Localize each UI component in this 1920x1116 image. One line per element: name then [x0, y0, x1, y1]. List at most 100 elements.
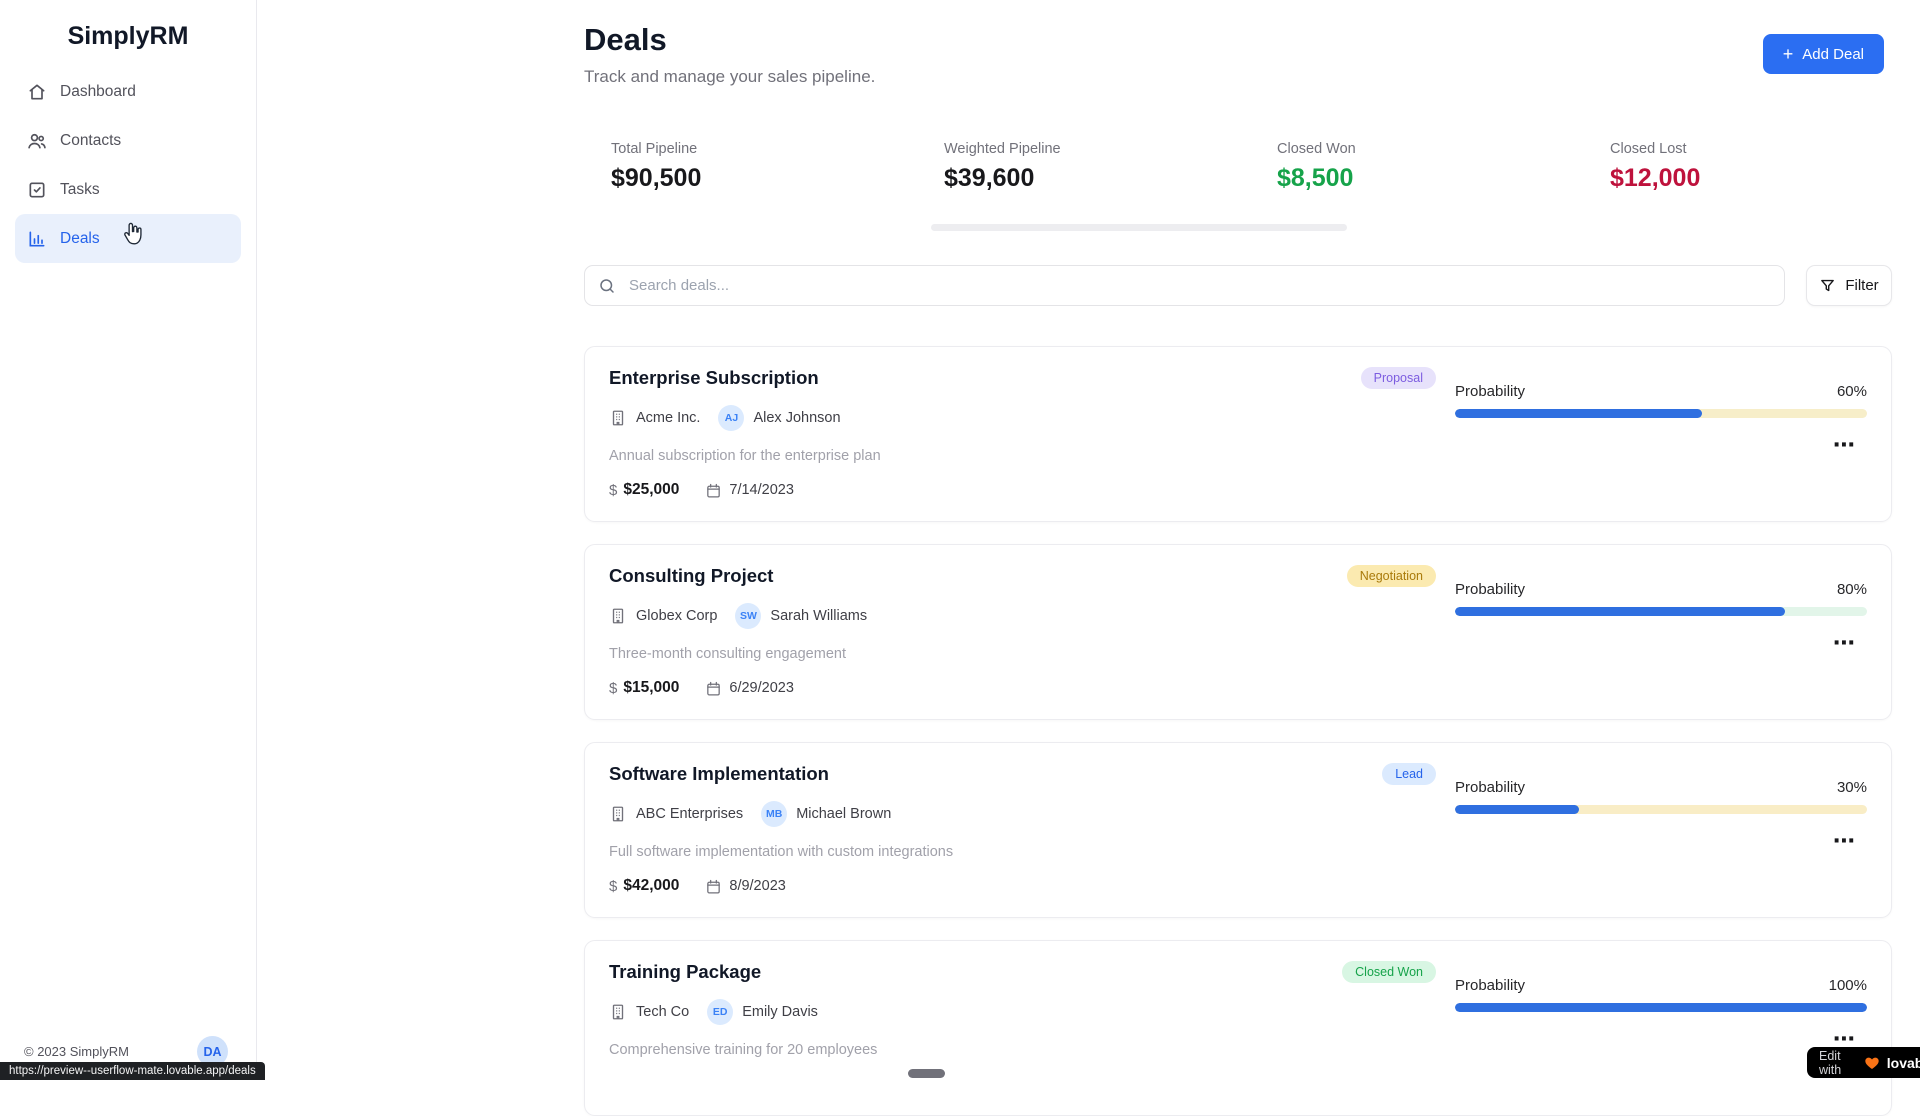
deal-amount: $15,000 [623, 679, 679, 697]
plus-icon: + [1783, 45, 1794, 63]
probability-bar-fill [1455, 1003, 1867, 1012]
pipeline-stat: Total Pipeline $90,500 [584, 141, 917, 193]
add-deal-button[interactable]: + Add Deal [1763, 34, 1884, 74]
deal-card[interactable]: Enterprise Subscription Acme Inc. AJ Ale… [584, 346, 1892, 522]
sidebar-item-label: Contacts [60, 132, 121, 150]
probability-value: 80% [1837, 581, 1867, 598]
sidebar-item-contacts[interactable]: Contacts [15, 116, 241, 165]
more-options-button[interactable]: ⋯ [1827, 630, 1861, 656]
deal-title: Enterprise Subscription [609, 367, 881, 389]
stat-value: $90,500 [611, 164, 917, 193]
deal-card[interactable]: Consulting Project Globex Corp SW Sarah … [584, 544, 1892, 720]
tasks-icon [27, 180, 47, 200]
dollar-icon: $ [609, 878, 617, 895]
stats-scrollbar [931, 224, 1347, 231]
sidebar-item-deals[interactable]: Deals [15, 214, 241, 263]
deal-info: Enterprise Subscription Acme Inc. AJ Ale… [609, 361, 881, 521]
probability-bar-track [1455, 805, 1867, 814]
probability-block: Probability 60% ⋯ [1455, 383, 1867, 458]
deal-title: Consulting Project [609, 565, 867, 587]
deal-info: Software Implementation ABC Enterprises … [609, 757, 953, 917]
filter-button[interactable]: Filter [1806, 265, 1892, 306]
deal-info: Training Package Tech Co ED Emily Davis … [609, 955, 877, 1115]
deal-card[interactable]: Training Package Tech Co ED Emily Davis … [584, 940, 1892, 1116]
search-input[interactable] [627, 276, 1771, 295]
probability-value: 60% [1837, 383, 1867, 400]
building-icon [609, 1003, 627, 1021]
deal-list: Enterprise Subscription Acme Inc. AJ Ale… [584, 346, 1892, 1116]
add-deal-label: Add Deal [1802, 46, 1864, 63]
deal-meta: Acme Inc. AJ Alex Johnson [609, 405, 881, 431]
edit-badge-prefix: Edit with [1819, 1049, 1857, 1077]
contact-avatar: AJ [718, 405, 744, 431]
deal-title: Training Package [609, 961, 877, 983]
more-options-button[interactable]: ⋯ [1827, 828, 1861, 854]
probability-value: 100% [1829, 977, 1867, 994]
stage-badge: Negotiation [1347, 565, 1436, 587]
deal-card[interactable]: Software Implementation ABC Enterprises … [584, 742, 1892, 918]
deal-title: Software Implementation [609, 763, 953, 785]
contact-avatar: SW [735, 603, 761, 629]
deal-date: 8/9/2023 [729, 878, 785, 894]
probability-label: Probability [1455, 977, 1525, 994]
browser-status-url: https://preview--userflow-mate.lovable.a… [0, 1062, 265, 1080]
dollar-icon: $ [609, 680, 617, 697]
contacts-icon [27, 131, 47, 151]
deal-company: Globex Corp [636, 608, 717, 624]
pipeline-stat: Closed Won $8,500 [1250, 141, 1583, 193]
filter-icon [1819, 277, 1836, 294]
deal-status: Closed Won Probability 100% ⋯ [1342, 955, 1867, 1115]
deal-company: Acme Inc. [636, 410, 700, 426]
sidebar-item-label: Deals [60, 230, 100, 248]
probability-block: Probability 100% ⋯ [1455, 977, 1867, 1052]
more-options-button[interactable]: ⋯ [1827, 432, 1861, 458]
edit-with-lovable-badge[interactable]: Edit with lovable [1807, 1047, 1920, 1078]
deal-description: Comprehensive training for 20 employees [609, 1042, 877, 1058]
pipeline-stat: Closed Lost $12,000 [1583, 141, 1916, 193]
copyright-text: © 2023 SimplyRM [24, 1044, 129, 1059]
sidebar-item-tasks[interactable]: Tasks [15, 165, 241, 214]
app-logo: SimplyRM [0, 22, 256, 51]
stat-value: $12,000 [1610, 164, 1916, 193]
stage-badge: Proposal [1361, 367, 1436, 389]
deal-status: Proposal Probability 60% ⋯ [1361, 361, 1867, 521]
probability-label: Probability [1455, 383, 1525, 400]
deal-contact: Michael Brown [796, 806, 891, 822]
deal-date: 6/29/2023 [729, 680, 794, 696]
probability-bar-track [1455, 1003, 1867, 1012]
sidebar-item-dashboard[interactable]: Dashboard [15, 67, 241, 116]
probability-bar-fill [1455, 607, 1785, 616]
contact-avatar: ED [707, 999, 733, 1025]
stat-label: Weighted Pipeline [944, 141, 1250, 157]
deal-contact: Alex Johnson [753, 410, 840, 426]
filter-label: Filter [1845, 277, 1878, 294]
home-icon [27, 82, 47, 102]
deal-description: Annual subscription for the enterprise p… [609, 448, 881, 464]
deal-company: ABC Enterprises [636, 806, 743, 822]
stat-label: Closed Won [1277, 141, 1583, 157]
stat-value: $39,600 [944, 164, 1250, 193]
probability-value: 30% [1837, 779, 1867, 796]
stat-label: Closed Lost [1610, 141, 1916, 157]
calendar-icon [705, 878, 722, 895]
pipeline-stat: Weighted Pipeline $39,600 [917, 141, 1250, 193]
deal-status: Negotiation Probability 80% ⋯ [1347, 559, 1867, 719]
deal-company: Tech Co [636, 1004, 689, 1020]
search-icon [598, 277, 616, 295]
heart-icon [1864, 1055, 1880, 1071]
edit-badge-brand: lovable [1887, 1055, 1920, 1071]
deal-contact: Emily Davis [742, 1004, 818, 1020]
horizontal-scrollbar-thumb[interactable] [908, 1069, 945, 1078]
building-icon [609, 607, 627, 625]
stage-badge: Closed Won [1342, 961, 1436, 983]
page-subtitle: Track and manage your sales pipeline. [584, 67, 1892, 87]
deal-meta: Tech Co ED Emily Davis [609, 999, 877, 1025]
page-title: Deals [584, 22, 1892, 58]
sidebar-item-label: Dashboard [60, 83, 136, 101]
deal-meta: Globex Corp SW Sarah Williams [609, 603, 867, 629]
probability-bar-track [1455, 409, 1867, 418]
deal-meta: ABC Enterprises MB Michael Brown [609, 801, 953, 827]
building-icon [609, 805, 627, 823]
deal-footer: $ $25,000 7/14/2023 [609, 481, 881, 499]
deal-status: Lead Probability 30% ⋯ [1382, 757, 1867, 917]
